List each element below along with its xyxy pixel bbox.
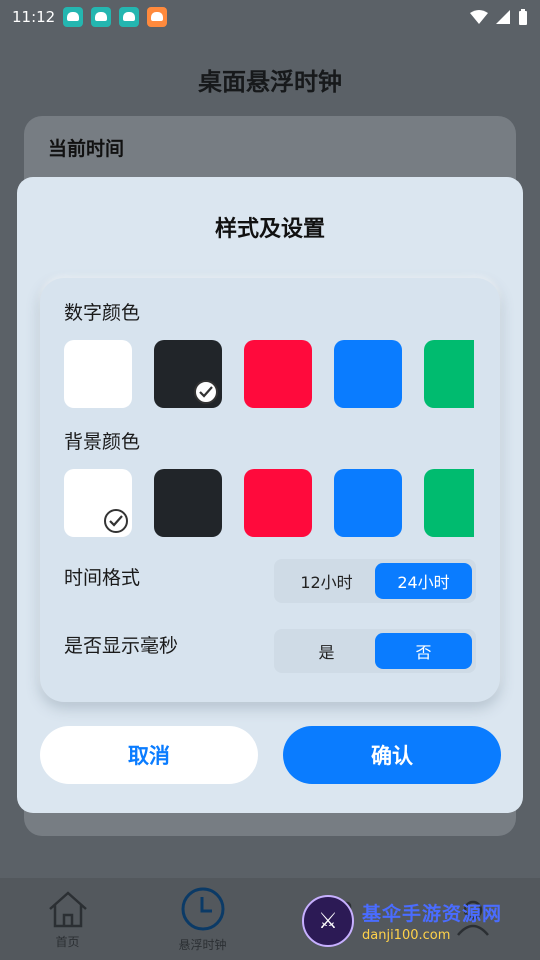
wifi-icon bbox=[470, 10, 488, 24]
cancel-button[interactable]: 取消 bbox=[40, 726, 258, 784]
show-ms-yes[interactable]: 是 bbox=[278, 633, 375, 669]
digit-color-swatch[interactable] bbox=[334, 340, 402, 408]
home-icon bbox=[48, 890, 87, 927]
notification-app-icon bbox=[119, 7, 140, 27]
clock-icon bbox=[181, 887, 224, 930]
status-bar: 11:12 bbox=[0, 0, 540, 34]
dialog-title: 样式及设置 bbox=[214, 217, 325, 242]
digit-color-swatch[interactable] bbox=[244, 340, 312, 408]
page-title: 桌面悬浮时钟 bbox=[198, 68, 342, 96]
watermark: ⚔ 基伞手游资源网 danji100.com bbox=[302, 888, 540, 954]
digit-color-swatches bbox=[64, 340, 474, 408]
digit-color-swatch[interactable] bbox=[424, 340, 474, 408]
check-icon bbox=[194, 380, 218, 404]
digit-color-swatch[interactable] bbox=[154, 340, 222, 408]
nav-label-float-clock: 悬浮时钟 bbox=[178, 937, 227, 952]
bg-color-swatch[interactable] bbox=[334, 469, 402, 537]
nav-label-home: 首页 bbox=[55, 934, 80, 949]
digit-color-label: 数字颜色 bbox=[64, 302, 141, 324]
notification-app-icon bbox=[63, 7, 84, 27]
settings-panel: 数字颜色 背景颜色 时间格式 12小时 24小时 是否显示毫秒 是 否 bbox=[40, 278, 500, 702]
show-ms-label: 是否显示毫秒 bbox=[64, 635, 179, 657]
bg-color-swatch[interactable] bbox=[244, 469, 312, 537]
check-icon bbox=[104, 509, 128, 533]
bg-color-swatch[interactable] bbox=[424, 469, 474, 537]
notification-heart-icon bbox=[147, 7, 168, 27]
bg-color-swatch[interactable] bbox=[154, 469, 222, 537]
show-ms-no[interactable]: 否 bbox=[375, 633, 472, 669]
nav-item-float-clock[interactable]: 悬浮时钟 bbox=[135, 878, 270, 960]
bg-color-swatches bbox=[64, 469, 474, 537]
current-time-label: 当前时间 bbox=[48, 138, 125, 160]
style-settings-dialog: 样式及设置 数字颜色 背景颜色 时间格式 12小时 24小时 是否显示毫秒 是 … bbox=[17, 177, 523, 813]
watermark-url: danji100.com bbox=[362, 928, 451, 943]
status-time: 11:12 bbox=[12, 8, 56, 26]
show-ms-toggle: 是 否 bbox=[274, 629, 476, 673]
digit-color-swatch[interactable] bbox=[64, 340, 132, 408]
signal-icon bbox=[496, 10, 510, 24]
time-format-24h[interactable]: 24小时 bbox=[375, 563, 472, 599]
nav-item-home[interactable]: 首页 bbox=[0, 878, 135, 960]
watermark-logo-icon: ⚔ bbox=[302, 895, 354, 947]
time-format-toggle: 12小时 24小时 bbox=[274, 559, 476, 603]
confirm-button[interactable]: 确认 bbox=[283, 726, 501, 784]
time-format-label: 时间格式 bbox=[64, 567, 141, 589]
battery-icon bbox=[519, 9, 527, 25]
bg-color-swatch[interactable] bbox=[64, 469, 132, 537]
bg-color-label: 背景颜色 bbox=[64, 431, 141, 453]
watermark-title: 基伞手游资源网 bbox=[362, 903, 503, 925]
notification-app-icon bbox=[91, 7, 112, 27]
time-format-12h[interactable]: 12小时 bbox=[278, 563, 375, 599]
